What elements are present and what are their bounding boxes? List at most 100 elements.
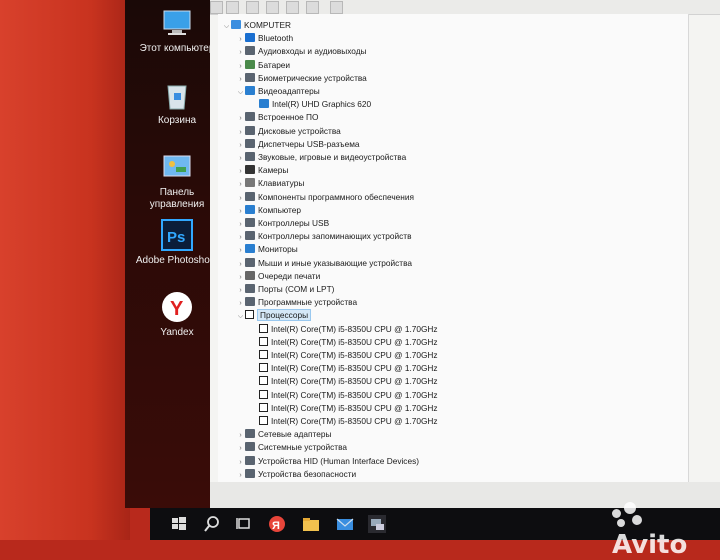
tree-category-17[interactable]: › Мыши и иные указывающие устройства: [236, 257, 412, 270]
expand-arrow-icon[interactable]: ›: [236, 46, 245, 59]
node-label: Intel(R) Core(TM) i5-8350U CPU @ 1.70GHz: [271, 416, 438, 426]
collapse-arrow-icon[interactable]: ⌵: [236, 310, 245, 323]
tree-category-23[interactable]: › Системные устройства: [236, 441, 347, 454]
tree-root-computer[interactable]: ⌵ KOMPUTER: [222, 19, 291, 32]
desktop-icon-recycle-bin[interactable]: Корзина: [132, 78, 222, 127]
toolbar: [210, 0, 720, 15]
tree-category-5[interactable]: ⌵ Видеоадаптеры: [236, 85, 320, 98]
firmware-icon: [245, 112, 255, 122]
usb-controller-icon: [245, 218, 255, 227]
node-label: Intel(R) Core(TM) i5-8350U CPU @ 1.70GHz: [271, 376, 438, 387]
tree-category-6[interactable]: › Встроенное ПО: [236, 111, 318, 124]
device-manager-icon[interactable]: [368, 515, 386, 533]
camera-icon: [245, 165, 255, 175]
expand-arrow-icon[interactable]: ›: [236, 297, 245, 310]
expand-arrow-icon[interactable]: ›: [236, 469, 245, 482]
help-button[interactable]: [286, 1, 299, 14]
tree-category-9[interactable]: › Звуковые, игровые и видеоустройства: [236, 151, 406, 164]
expand-arrow-icon[interactable]: ›: [236, 231, 245, 244]
computer-icon: [245, 204, 255, 214]
collapse-arrow-icon[interactable]: ⌵: [222, 20, 231, 33]
desktop-icon-this-pc[interactable]: Этот компьютер: [132, 6, 222, 55]
processor-item[interactable]: Intel(R) Core(TM) i5-8350U CPU @ 1.70GHz: [250, 336, 438, 349]
hid-icon: [245, 455, 255, 465]
expand-arrow-icon[interactable]: ›: [236, 178, 245, 191]
desktop-icon-control-panel[interactable]: Панель управления: [132, 150, 222, 211]
processor-item[interactable]: Intel(R) Core(TM) i5-8350U CPU @ 1.70GHz: [250, 375, 438, 388]
node-label: Компоненты программного обеспечения: [258, 191, 414, 202]
expand-arrow-icon[interactable]: ›: [236, 112, 245, 125]
expand-arrow-icon[interactable]: ›: [236, 205, 245, 218]
desktop-icon-photoshop[interactable]: Ps Adobe Photosho...: [132, 218, 222, 267]
tree-category-4[interactable]: › Биометрические устройства: [236, 72, 367, 85]
file-explorer-icon[interactable]: [302, 515, 320, 533]
expand-arrow-icon[interactable]: ›: [236, 33, 245, 46]
update-driver-button[interactable]: [306, 1, 319, 14]
tree-category-14[interactable]: › Контроллеры USB: [236, 217, 329, 230]
processor-item[interactable]: Intel(R) Core(TM) i5-8350U CPU @ 1.70GHz: [250, 349, 438, 362]
collapse-arrow-icon[interactable]: ⌵: [236, 86, 245, 99]
expand-arrow-icon[interactable]: ›: [236, 456, 245, 469]
expand-arrow-icon[interactable]: ›: [236, 126, 245, 139]
expand-arrow-icon[interactable]: ›: [236, 139, 245, 152]
processor-item[interactable]: Intel(R) Core(TM) i5-8350U CPU @ 1.70GHz: [250, 389, 438, 402]
tree-category-13[interactable]: › Компьютер: [236, 204, 301, 217]
yandex-browser-icon[interactable]: Я: [268, 515, 286, 533]
tree-category-7[interactable]: › Дисковые устройства: [236, 125, 341, 138]
tree-category-18[interactable]: › Очереди печати: [236, 270, 320, 283]
tree-category-24[interactable]: › Устройства HID (Human Interface Devices…: [236, 455, 419, 468]
processor-item[interactable]: Intel(R) Core(TM) i5-8350U CPU @ 1.70GHz: [250, 415, 438, 428]
start-icon[interactable]: [170, 515, 188, 533]
processor-item[interactable]: Intel(R) Core(TM) i5-8350U CPU @ 1.70GHz: [250, 362, 438, 375]
tree-category-21[interactable]: ⌵ Процессоры: [236, 309, 312, 323]
tree-category-11[interactable]: › Клавиатуры: [236, 177, 304, 190]
expand-arrow-icon[interactable]: ›: [236, 73, 245, 86]
tree-category-25[interactable]: › Устройства безопасности: [236, 468, 356, 481]
mouse-icon: [245, 257, 255, 267]
back-button[interactable]: [210, 1, 223, 14]
expand-arrow-icon[interactable]: ›: [236, 218, 245, 231]
processor-icon: [259, 402, 268, 412]
device-item[interactable]: Intel(R) UHD Graphics 620: [250, 98, 371, 111]
tree-category-15[interactable]: › Контроллеры запоминающих устройств: [236, 230, 411, 243]
tree-category-12[interactable]: › Компоненты программного обеспечения: [236, 191, 414, 204]
expand-arrow-icon[interactable]: ›: [236, 284, 245, 297]
node-label: Сетевые адаптеры: [258, 429, 332, 440]
processor-item[interactable]: Intel(R) Core(TM) i5-8350U CPU @ 1.70GHz: [250, 323, 438, 336]
display-adapter-icon: [259, 99, 269, 109]
tree-category-10[interactable]: › Камеры: [236, 164, 288, 177]
expand-arrow-icon[interactable]: ›: [236, 258, 245, 271]
search-icon[interactable]: [203, 515, 221, 533]
node-label: Программные устройства: [258, 297, 358, 308]
mail-icon[interactable]: [336, 515, 354, 533]
tree-category-8[interactable]: › Диспетчеры USB-разъема: [236, 138, 360, 151]
forward-button[interactable]: [226, 1, 239, 14]
tree-category-19[interactable]: › Порты (COM и LPT): [236, 283, 334, 296]
node-label: Компьютер: [258, 204, 301, 215]
system-icon: [245, 442, 255, 452]
expand-arrow-icon[interactable]: ›: [236, 165, 245, 178]
expand-arrow-icon[interactable]: ›: [236, 244, 245, 257]
recycle-bin-icon: [160, 78, 194, 112]
task-view-icon[interactable]: [235, 515, 253, 533]
tree-category-22[interactable]: › Сетевые адаптеры: [236, 428, 331, 441]
expand-arrow-icon[interactable]: ›: [236, 60, 245, 73]
node-label: Встроенное ПО: [258, 112, 319, 123]
tree-category-3[interactable]: › Батареи: [236, 59, 290, 72]
scan-hardware-button[interactable]: [330, 1, 343, 14]
desktop-icon-yandex[interactable]: Y Yandex: [132, 290, 222, 339]
processor-item[interactable]: Intel(R) Core(TM) i5-8350U CPU @ 1.70GHz: [250, 402, 438, 415]
tree-category-20[interactable]: › Программные устройства: [236, 296, 357, 309]
expand-arrow-icon[interactable]: ›: [236, 429, 245, 442]
expand-arrow-icon[interactable]: ›: [236, 442, 245, 455]
expand-arrow-icon[interactable]: ›: [236, 152, 245, 165]
tree-category-1[interactable]: › Bluetooth: [236, 32, 293, 45]
view-button[interactable]: [266, 1, 279, 14]
tree-category-2[interactable]: › Аудиовходы и аудиовыходы: [236, 45, 367, 58]
expand-arrow-icon[interactable]: ›: [236, 271, 245, 284]
node-label: Камеры: [258, 165, 289, 176]
node-label: Intel(R) Core(TM) i5-8350U CPU @ 1.70GHz: [271, 323, 438, 334]
expand-arrow-icon[interactable]: ›: [236, 192, 245, 205]
tree-category-16[interactable]: › Мониторы: [236, 243, 298, 256]
properties-button[interactable]: [246, 1, 259, 14]
